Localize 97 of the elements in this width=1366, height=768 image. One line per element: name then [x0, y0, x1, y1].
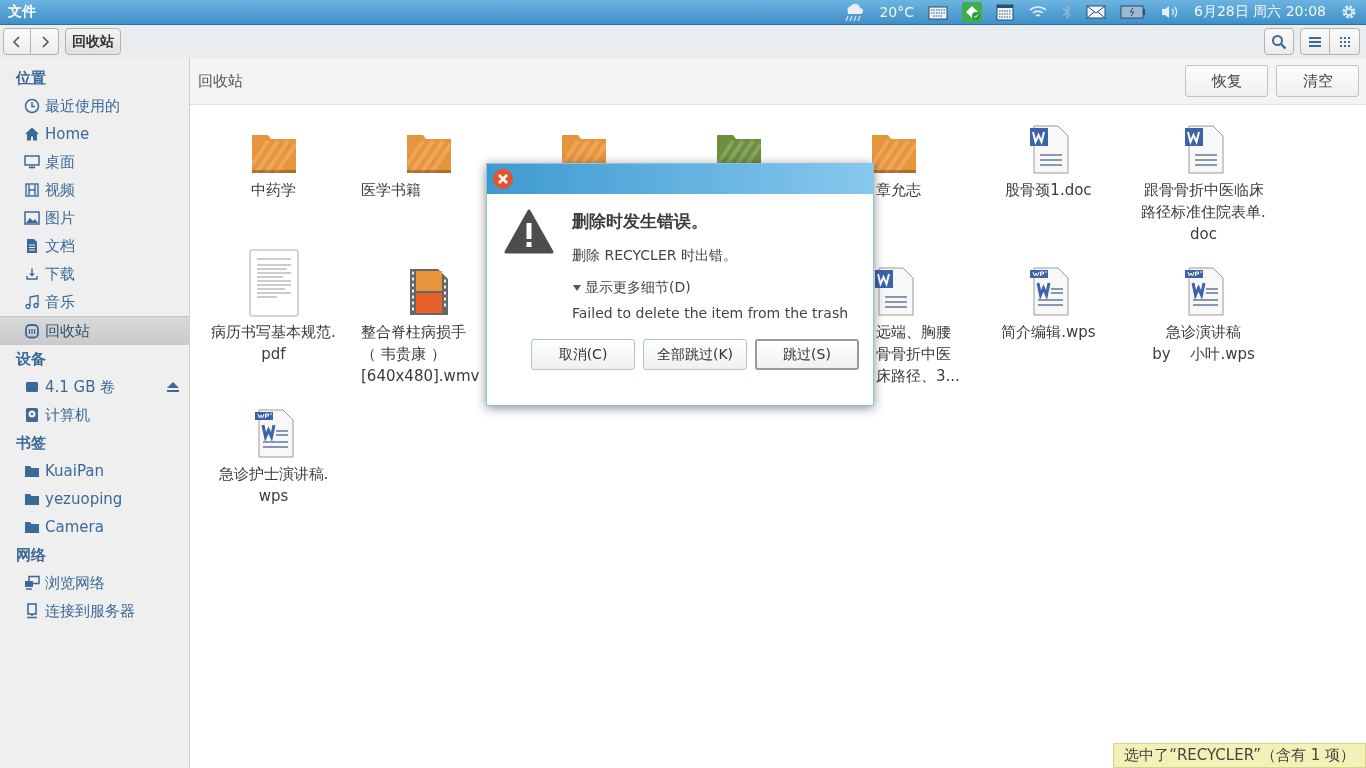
sidebar-label: 视频 [45, 180, 75, 200]
status-tooltip: 选中了“RECYCLER”（含有 1 项） [1113, 743, 1366, 768]
location-title: 回收站 [198, 71, 243, 91]
battery-icon[interactable] [1120, 5, 1147, 19]
sidebar-label: 图片 [45, 208, 75, 228]
dialog-button[interactable]: 跳过(S) [755, 339, 859, 370]
gear-icon[interactable] [1340, 3, 1358, 21]
sidebar-item[interactable]: 连接到服务器 [0, 597, 189, 625]
warning-icon [504, 209, 554, 255]
file-name[interactable]: 急诊护士演讲稿. wps [196, 463, 351, 507]
trash-icon [24, 323, 40, 339]
folder-icon [24, 491, 40, 507]
file-name[interactable]: 简介编辑.wps [971, 321, 1126, 343]
sidebar-item[interactable]: Home [0, 120, 189, 148]
sidebar-item[interactable]: 图片 [0, 204, 189, 232]
download-icon [24, 266, 40, 282]
eject-icon[interactable] [166, 381, 180, 393]
keyboard-icon[interactable] [928, 4, 949, 20]
sidebar-label: 浏览网络 [45, 573, 105, 593]
dialog-detail: Failed to delete the item from the trash [572, 305, 849, 321]
sidebar-item[interactable]: 回收站 [0, 316, 189, 345]
folder-icon [24, 519, 40, 535]
temperature: 20°C [879, 4, 915, 20]
sidebar-item[interactable]: 视频 [0, 176, 189, 204]
document-thumbnail-icon[interactable] [248, 249, 299, 317]
dialog-button[interactable]: 取消(C) [531, 339, 635, 370]
document-icon [24, 238, 40, 254]
sidebar-label: KuaiPan [45, 462, 105, 480]
file-name[interactable]: 跟骨骨折中医临床 路径标准住院表单. doc [1126, 179, 1281, 245]
sidebar-label: 文档 [45, 236, 75, 256]
sidebar-item[interactable]: 下载 [0, 260, 189, 288]
wifi-icon[interactable] [1028, 4, 1049, 20]
grid-icon [1338, 35, 1351, 48]
home-icon [24, 126, 40, 142]
sidebar-label: 最近使用的 [45, 96, 120, 116]
list-view-button[interactable] [1300, 28, 1330, 55]
grid-view-button[interactable] [1330, 28, 1360, 55]
sidebar-item[interactable]: 最近使用的 [0, 92, 189, 120]
list-icon [1308, 35, 1322, 48]
drive-icon [24, 379, 40, 395]
sidebar-item[interactable]: 4.1 GB 卷 [0, 373, 189, 401]
chevron-right-icon [39, 35, 50, 48]
sidebar-label: 回收站 [45, 321, 90, 341]
clock-icon [24, 98, 40, 114]
sidebar-label: Home [45, 125, 90, 143]
close-icon[interactable] [492, 168, 514, 190]
details-expander[interactable]: 显示更多细节(D) [572, 279, 691, 297]
search-icon [1271, 33, 1287, 50]
sidebar-item[interactable]: 文档 [0, 232, 189, 260]
action-button[interactable]: 清空 [1276, 65, 1359, 97]
sidebar-label: 4.1 GB 卷 [45, 377, 116, 397]
sidebar-label: 计算机 [45, 405, 90, 425]
folder-icon [24, 463, 40, 479]
file-name[interactable]: 病历书写基本规范. pdf [196, 321, 351, 365]
network-icon [24, 575, 40, 591]
chevron-left-icon [12, 35, 22, 48]
cloud-rain-icon[interactable] [843, 2, 866, 22]
sidebar-heading: 设备 [14, 349, 47, 370]
sidebar-heading: 网络 [15, 545, 47, 566]
app-icon[interactable] [962, 2, 983, 22]
triangle-icon [572, 283, 582, 293]
file-name[interactable]: 中药学 [196, 179, 351, 201]
monitor-icon [24, 154, 40, 170]
dialog-message: 删除 RECYCLER 时出错。 [572, 247, 737, 265]
sidebar-label: 桌面 [45, 152, 75, 172]
sidebar-label: Camera [45, 518, 104, 536]
sidebar-label: 下载 [45, 264, 75, 284]
file-name[interactable]: 章允志 [876, 179, 971, 201]
sidebar-label: 连接到服务器 [45, 601, 135, 621]
search-button[interactable] [1264, 28, 1294, 55]
sidebar-heading: 书签 [15, 433, 47, 454]
sidebar-label: 音乐 [45, 292, 75, 312]
sidebar-item[interactable]: 桌面 [0, 148, 189, 176]
forward-button[interactable] [31, 28, 59, 55]
file-name[interactable]: 远端、胸腰 骨骨折中医 床路径、3... [876, 321, 971, 387]
music-note-icon [24, 294, 40, 310]
sidebar-item[interactable]: Camera [0, 513, 189, 541]
file-name[interactable]: 急诊演讲稿 by 小叶.wps [1126, 321, 1281, 365]
sidebar-item[interactable]: 音乐 [0, 288, 189, 316]
action-button[interactable]: 恢复 [1185, 65, 1268, 97]
sidebar-item[interactable]: 计算机 [0, 401, 189, 429]
file-name[interactable]: 股骨颈1.doc [971, 179, 1126, 201]
dialog-heading: 删除时发生错误。 [572, 210, 708, 233]
mail-icon[interactable] [1086, 5, 1107, 19]
server-icon [24, 603, 40, 619]
film-icon [24, 182, 40, 198]
app-title: 文件 [8, 3, 36, 21]
image-icon [24, 210, 40, 226]
sidebar-heading: 位置 [14, 68, 47, 89]
back-button[interactable] [3, 28, 31, 55]
path-button[interactable]: 回收站 [65, 28, 121, 55]
calendar-icon[interactable] [996, 3, 1015, 21]
sidebar-item[interactable]: yezuoping [0, 485, 189, 513]
sidebar-item[interactable]: KuaiPan [0, 457, 189, 485]
sidebar-label: yezuoping [45, 490, 123, 508]
dialog-button[interactable]: 全部跳过(K) [643, 339, 747, 370]
sidebar-item[interactable]: 浏览网络 [0, 569, 189, 597]
